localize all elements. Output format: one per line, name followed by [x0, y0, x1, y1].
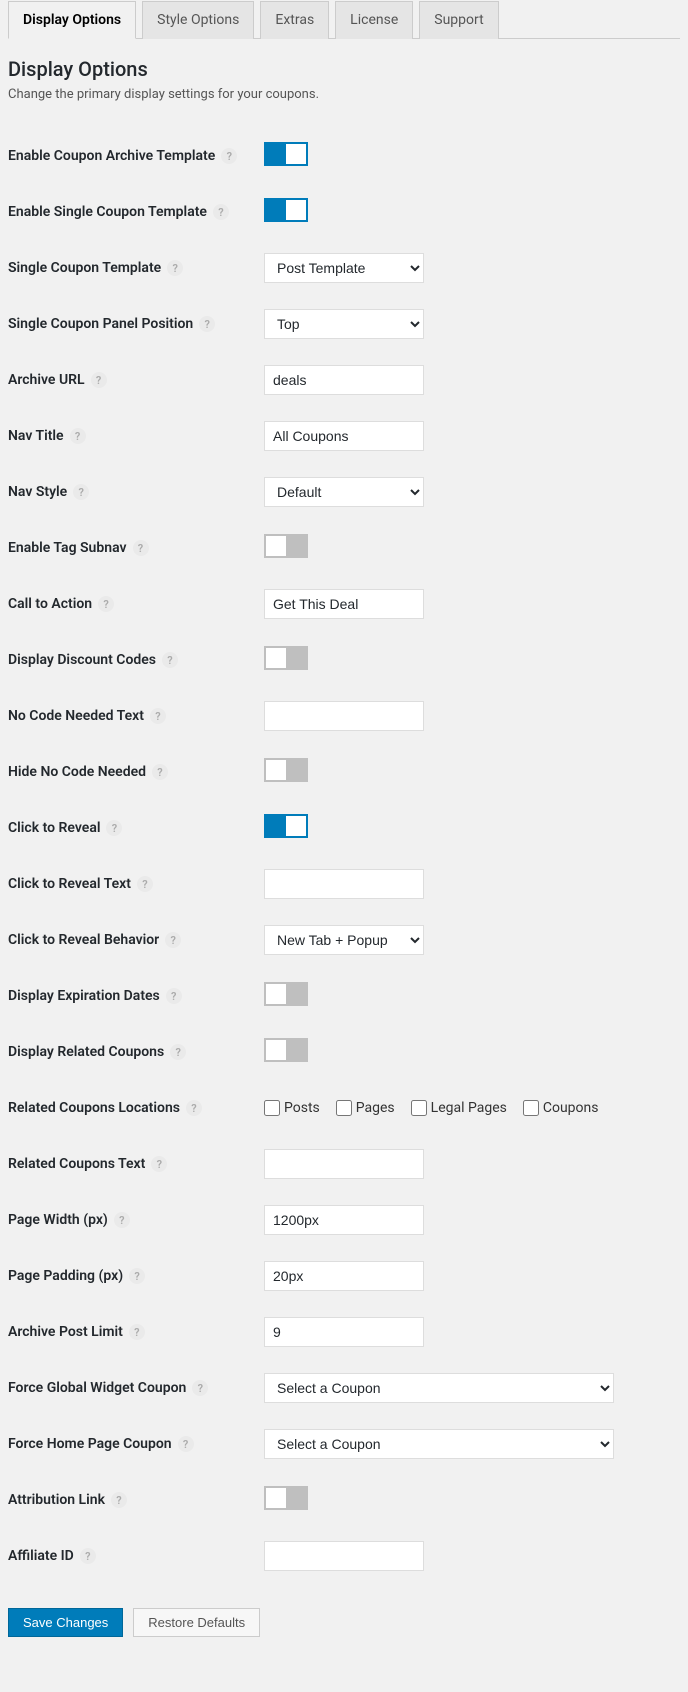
label-attribution: Attribution Link — [8, 1492, 105, 1508]
checkbox-legal-label: Legal Pages — [431, 1100, 507, 1116]
toggle-tag-subnav[interactable] — [264, 534, 308, 558]
help-icon[interactable]: ? — [70, 428, 86, 444]
help-icon[interactable]: ? — [150, 708, 166, 724]
help-icon[interactable]: ? — [178, 1436, 194, 1452]
label-click-reveal-text: Click to Reveal Text — [8, 876, 131, 892]
label-force-global: Force Global Widget Coupon — [8, 1380, 186, 1396]
label-page-width: Page Width (px) — [8, 1212, 108, 1228]
page-title: Display Options — [8, 57, 680, 81]
tab-style-options[interactable]: Style Options — [142, 1, 254, 39]
input-page-width[interactable] — [264, 1205, 424, 1235]
tab-display-options[interactable]: Display Options — [8, 1, 136, 39]
help-icon[interactable]: ? — [167, 260, 183, 276]
label-tag-subnav: Enable Tag Subnav — [8, 540, 127, 556]
toggle-attribution[interactable] — [264, 1486, 308, 1510]
checkbox-legal[interactable] — [411, 1100, 427, 1116]
input-archive-url[interactable] — [264, 365, 424, 395]
toggle-enable-single[interactable] — [264, 198, 308, 222]
settings-tabs: Display Options Style Options Extras Lic… — [8, 0, 680, 39]
input-no-code-text[interactable] — [264, 701, 424, 731]
tab-extras[interactable]: Extras — [260, 1, 329, 39]
label-page-padding: Page Padding (px) — [8, 1268, 123, 1284]
input-cta[interactable] — [264, 589, 424, 619]
help-icon[interactable]: ? — [137, 876, 153, 892]
page-description: Change the primary display settings for … — [8, 87, 680, 102]
help-icon[interactable]: ? — [162, 652, 178, 668]
help-icon[interactable]: ? — [80, 1548, 96, 1564]
label-cta: Call to Action — [8, 596, 92, 612]
help-icon[interactable]: ? — [98, 596, 114, 612]
label-click-reveal-behavior: Click to Reveal Behavior — [8, 932, 159, 948]
input-page-padding[interactable] — [264, 1261, 424, 1291]
help-icon[interactable]: ? — [152, 764, 168, 780]
label-hide-no-code: Hide No Code Needed — [8, 764, 146, 780]
checkbox-posts[interactable] — [264, 1100, 280, 1116]
label-single-template: Single Coupon Template — [8, 260, 161, 276]
label-expiration: Display Expiration Dates — [8, 988, 160, 1004]
input-nav-title[interactable] — [264, 421, 424, 451]
input-affiliate-id[interactable] — [264, 1541, 424, 1571]
checkbox-coupons-label: Coupons — [543, 1100, 599, 1116]
label-nav-style: Nav Style — [8, 484, 67, 500]
help-icon[interactable]: ? — [213, 204, 229, 220]
checkbox-coupons[interactable] — [523, 1100, 539, 1116]
tab-license[interactable]: License — [335, 1, 413, 39]
help-icon[interactable]: ? — [111, 1492, 127, 1508]
checkbox-pages-label: Pages — [356, 1100, 395, 1116]
input-click-reveal-text[interactable] — [264, 869, 424, 899]
help-icon[interactable]: ? — [221, 148, 237, 164]
input-archive-limit[interactable] — [264, 1317, 424, 1347]
help-icon[interactable]: ? — [192, 1380, 208, 1396]
label-archive-limit: Archive Post Limit — [8, 1324, 123, 1340]
label-affiliate-id: Affiliate ID — [8, 1548, 74, 1564]
checkbox-pages[interactable] — [336, 1100, 352, 1116]
help-icon[interactable]: ? — [186, 1100, 202, 1116]
help-icon[interactable]: ? — [114, 1212, 130, 1228]
help-icon[interactable]: ? — [165, 932, 181, 948]
select-force-global[interactable]: Select a Coupon — [264, 1373, 614, 1403]
toggle-expiration[interactable] — [264, 982, 308, 1006]
help-icon[interactable]: ? — [73, 484, 89, 500]
help-icon[interactable]: ? — [106, 820, 122, 836]
label-click-reveal: Click to Reveal — [8, 820, 100, 836]
label-display-codes: Display Discount Codes — [8, 652, 156, 668]
help-icon[interactable]: ? — [129, 1268, 145, 1284]
label-related-locations: Related Coupons Locations — [8, 1100, 180, 1116]
help-icon[interactable]: ? — [166, 988, 182, 1004]
label-related-coupons: Display Related Coupons — [8, 1044, 164, 1060]
select-click-reveal-behavior[interactable]: New Tab + Popup — [264, 925, 424, 955]
toggle-display-codes[interactable] — [264, 646, 308, 670]
help-icon[interactable]: ? — [170, 1044, 186, 1060]
select-nav-style[interactable]: Default — [264, 477, 424, 507]
label-archive-url: Archive URL — [8, 372, 85, 388]
select-panel-position[interactable]: Top — [264, 309, 424, 339]
restore-button[interactable]: Restore Defaults — [133, 1608, 260, 1637]
help-icon[interactable]: ? — [133, 540, 149, 556]
label-force-home: Force Home Page Coupon — [8, 1436, 172, 1452]
tab-support[interactable]: Support — [419, 1, 498, 39]
label-enable-archive: Enable Coupon Archive Template — [8, 148, 215, 164]
toggle-related-coupons[interactable] — [264, 1038, 308, 1062]
help-icon[interactable]: ? — [129, 1324, 145, 1340]
label-enable-single: Enable Single Coupon Template — [8, 204, 207, 220]
label-nav-title: Nav Title — [8, 428, 64, 444]
toggle-enable-archive[interactable] — [264, 142, 308, 166]
select-single-template[interactable]: Post Template — [264, 253, 424, 283]
label-panel-position: Single Coupon Panel Position — [8, 316, 193, 332]
input-related-text[interactable] — [264, 1149, 424, 1179]
label-no-code-text: No Code Needed Text — [8, 708, 144, 724]
help-icon[interactable]: ? — [91, 372, 107, 388]
save-button[interactable]: Save Changes — [8, 1608, 123, 1637]
toggle-hide-no-code[interactable] — [264, 758, 308, 782]
toggle-click-reveal[interactable] — [264, 814, 308, 838]
help-icon[interactable]: ? — [151, 1156, 167, 1172]
select-force-home[interactable]: Select a Coupon — [264, 1429, 614, 1459]
checkbox-posts-label: Posts — [284, 1100, 320, 1116]
label-related-text: Related Coupons Text — [8, 1156, 145, 1172]
help-icon[interactable]: ? — [199, 316, 215, 332]
